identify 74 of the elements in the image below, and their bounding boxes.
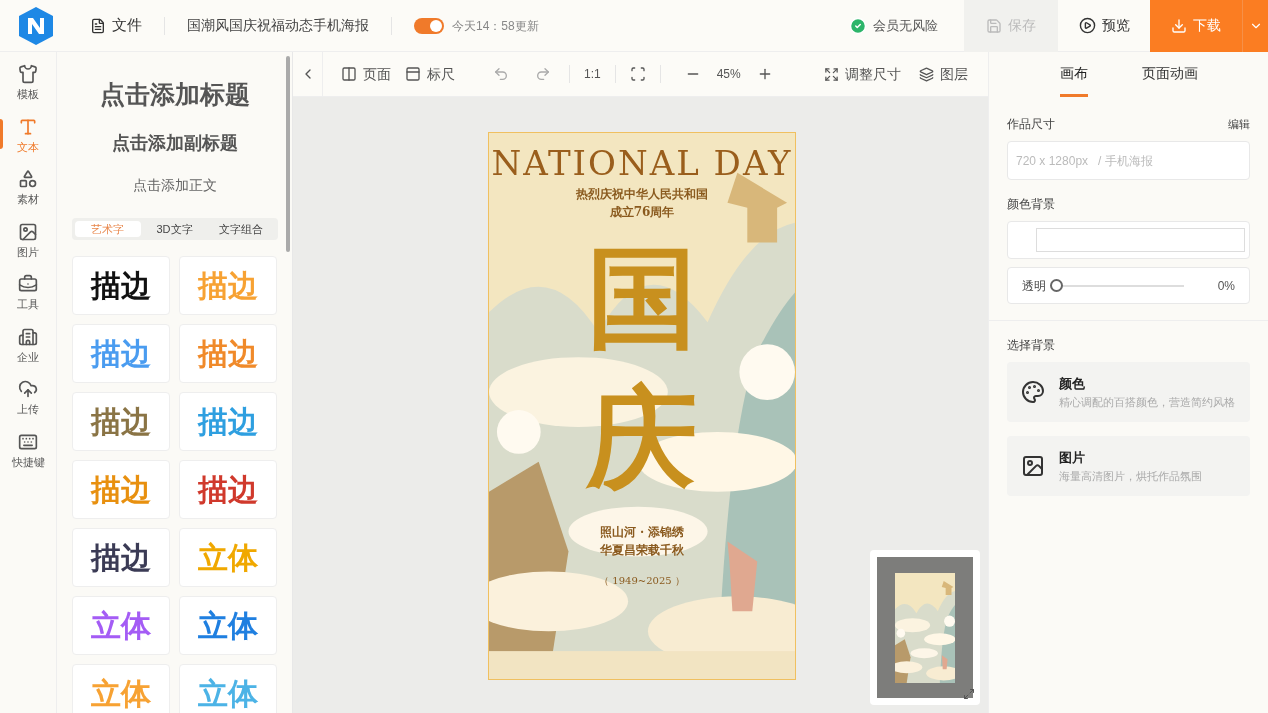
add-subtitle[interactable]: 点击添加副标题 bbox=[111, 129, 238, 157]
save-icon bbox=[986, 17, 1002, 34]
layers-icon bbox=[919, 66, 934, 82]
actual-size-button[interactable]: 1:1 bbox=[584, 65, 601, 83]
rail-item[interactable]: 工具 bbox=[0, 274, 57, 313]
panel-tab[interactable]: 页面动画 bbox=[1141, 52, 1198, 97]
poster-canvas[interactable]: NATIONAL DAY 热烈庆祝中华人民共和国 成立76周年 国 庆 照山河 · 添锦绣 华夏昌荣载千秋 （ 1949~2025 ） bbox=[488, 132, 796, 680]
slider-thumb[interactable] bbox=[1050, 278, 1063, 292]
upload-icon bbox=[18, 379, 38, 399]
building-icon bbox=[18, 326, 38, 347]
section-label: 作品尺寸 bbox=[1007, 116, 1055, 133]
palette-icon bbox=[1021, 380, 1045, 404]
poster-text: 热烈庆祝中华人民共和国 bbox=[576, 186, 708, 203]
background-option[interactable]: 颜色 精心调配的百搭颜色，营造简约风格 bbox=[1007, 362, 1250, 422]
shapes-icon bbox=[18, 169, 38, 189]
member-status-label: 会员无风险 bbox=[873, 16, 938, 35]
autosave-toggle[interactable] bbox=[414, 17, 444, 34]
style-tab[interactable]: 文字组合 bbox=[207, 220, 275, 237]
rail-item[interactable]: 图片 bbox=[0, 221, 57, 260]
art-text-tile[interactable]: 描边 bbox=[179, 460, 277, 519]
file-menu[interactable]: 文件 bbox=[90, 14, 142, 37]
rail-item[interactable]: 企业 bbox=[0, 326, 57, 365]
add-body-text[interactable]: 点击添加正文 bbox=[132, 174, 217, 196]
poster-big-character: 庆 bbox=[587, 373, 697, 503]
layers-button[interactable]: 图层 bbox=[919, 63, 968, 85]
download-icon bbox=[1171, 17, 1187, 34]
poster-big-character: 国 bbox=[587, 233, 697, 363]
image-icon bbox=[1021, 454, 1045, 478]
style-tab[interactable]: 3D文字 bbox=[141, 220, 208, 237]
image-icon bbox=[18, 221, 38, 242]
minimap[interactable] bbox=[870, 550, 980, 705]
section-label: 颜色背景 bbox=[1007, 196, 1056, 213]
resize-icon bbox=[824, 66, 839, 82]
poster-text: 成立76周年 bbox=[609, 204, 675, 221]
shirt-icon bbox=[18, 64, 38, 84]
play-icon bbox=[1078, 17, 1096, 34]
fit-screen-icon[interactable] bbox=[629, 66, 646, 82]
opacity-value: 0% bbox=[1217, 277, 1235, 295]
background-option[interactable]: 图片 海量高清图片，烘托作品氛围 bbox=[1007, 436, 1250, 496]
poster-heading: NATIONAL DAY bbox=[491, 142, 793, 185]
redo-icon[interactable] bbox=[535, 66, 551, 82]
art-text-tile[interactable]: 立体 bbox=[72, 596, 170, 655]
rail-item[interactable]: 快捷键 bbox=[0, 431, 57, 470]
art-text-tile[interactable]: 描边 bbox=[72, 528, 170, 587]
autosave-status: 今天14：58更新 bbox=[452, 17, 539, 35]
ruler-button[interactable]: 标尺 bbox=[405, 63, 455, 85]
color-input[interactable] bbox=[1036, 228, 1245, 252]
resize-button[interactable]: 调整尺寸 bbox=[824, 63, 901, 85]
ruler-icon bbox=[405, 66, 421, 82]
section-label: 选择背景 bbox=[1007, 337, 1056, 354]
toolbox-icon bbox=[18, 274, 38, 294]
expand-icon[interactable] bbox=[963, 688, 975, 700]
poster-text: （ 1949~2025 ） bbox=[599, 574, 685, 588]
logo-icon[interactable] bbox=[16, 5, 56, 46]
art-text-tile[interactable]: 描边 bbox=[72, 256, 170, 315]
file-icon bbox=[90, 17, 106, 34]
art-text-tile[interactable]: 描边 bbox=[72, 392, 170, 451]
page-button[interactable]: 页面 bbox=[341, 63, 391, 85]
poster-text: 照山河 · 添锦绣 bbox=[599, 524, 685, 541]
edit-link[interactable]: 编辑 bbox=[1228, 115, 1250, 133]
rail-item[interactable]: 素材 bbox=[0, 169, 57, 208]
rail-item[interactable]: 上传 bbox=[0, 379, 57, 418]
undo-icon[interactable] bbox=[493, 66, 509, 82]
preview-button[interactable]: 预览 bbox=[1058, 0, 1150, 52]
add-title[interactable]: 点击添加标题 bbox=[99, 76, 250, 114]
art-text-tile[interactable]: 立体 bbox=[179, 596, 277, 655]
zoom-level: 45% bbox=[716, 66, 741, 83]
page-icon bbox=[341, 66, 357, 82]
document-title[interactable]: 国潮风国庆祝福动态手机海报 bbox=[187, 15, 369, 36]
rail-item[interactable]: 模板 bbox=[0, 64, 57, 103]
panel-tab[interactable]: 画布 bbox=[1059, 52, 1088, 97]
opacity-label: 透明 bbox=[1022, 277, 1046, 295]
check-icon bbox=[849, 16, 867, 35]
poster-text: 华夏昌荣载千秋 bbox=[600, 542, 684, 559]
